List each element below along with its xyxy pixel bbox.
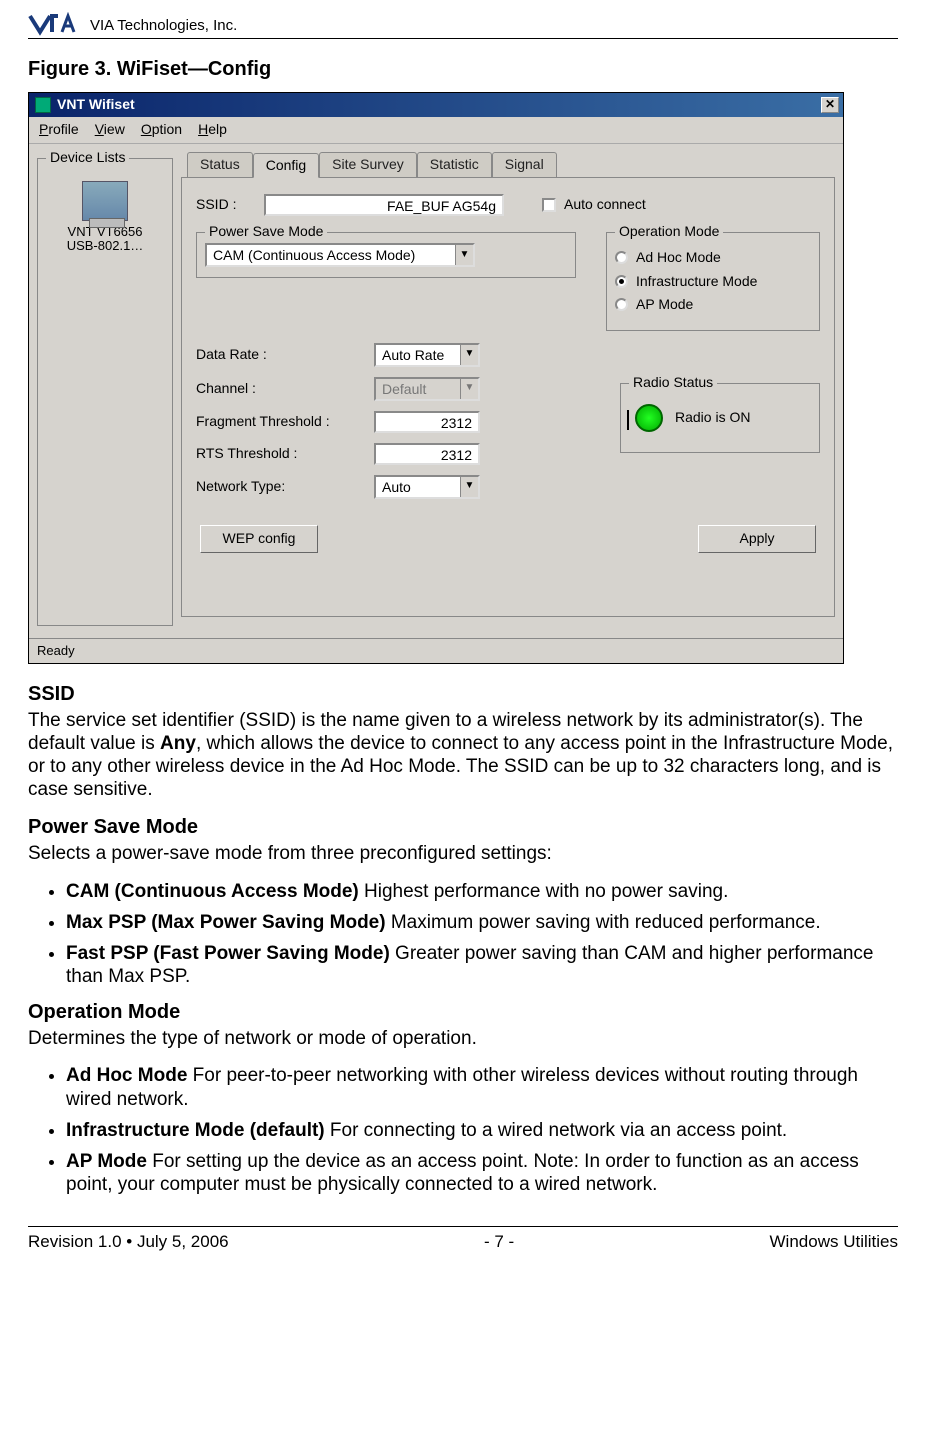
radio-icon — [615, 251, 628, 264]
operation-mode-legend: Operation Mode — [615, 223, 723, 241]
text-bold: AP Mode — [66, 1151, 147, 1172]
list-item: Fast PSP (Fast Power Saving Mode) Greate… — [66, 942, 898, 988]
text-bold: Infrastructure Mode (default) — [66, 1120, 325, 1141]
data-rate-value: Auto Rate — [376, 345, 460, 365]
rts-threshold-label: RTS Threshold : — [196, 445, 366, 463]
channel-dropdown: Default ▼ — [374, 377, 480, 401]
radio-adhoc[interactable]: Ad Hoc Mode — [615, 249, 811, 267]
device-lists-legend: Device Lists — [46, 149, 129, 167]
config-panel: SSID : FAE_BUF AG54g Auto connect Power … — [181, 177, 835, 617]
via-logo-icon — [28, 12, 84, 36]
text: Highest performance with no power saving… — [359, 881, 729, 902]
wifiset-window: VNT Wifiset ✕ Profile View Option Help D… — [28, 92, 844, 664]
app-icon — [35, 97, 51, 113]
radio-ap[interactable]: AP Mode — [615, 296, 811, 314]
list-item: CAM (Continuous Access Mode) Highest per… — [66, 880, 898, 903]
frag-threshold-label: Fragment Threshold : — [196, 413, 366, 431]
list-item: Ad Hoc Mode For peer-to-peer networking … — [66, 1064, 898, 1110]
text: For setting up the device as an access p… — [66, 1151, 859, 1195]
operation-mode-group: Operation Mode Ad Hoc Mode Infrastructur… — [606, 232, 820, 331]
network-type-value: Auto — [376, 477, 460, 497]
text: For connecting to a wired network via an… — [325, 1120, 788, 1141]
tab-statistic[interactable]: Statistic — [417, 152, 492, 178]
tab-status[interactable]: Status — [187, 152, 253, 178]
section-psm-desc: Selects a power-save mode from three pre… — [28, 842, 898, 865]
radio-on-icon — [635, 404, 663, 432]
device-lists-group: Device Lists VNT VT6656 USB-802.1… — [37, 158, 173, 626]
network-type-dropdown[interactable]: Auto ▼ — [374, 475, 480, 499]
list-item: Infrastructure Mode (default) For connec… — [66, 1119, 898, 1142]
menu-help[interactable]: Help — [198, 121, 227, 139]
chevron-down-icon[interactable]: ▼ — [460, 345, 478, 365]
tab-signal[interactable]: Signal — [492, 152, 557, 178]
frag-threshold-input[interactable]: 2312 — [374, 411, 480, 433]
auto-connect-label: Auto connect — [564, 196, 646, 214]
infra-label: Infrastructure Mode — [636, 273, 757, 291]
apply-button[interactable]: Apply — [698, 525, 816, 553]
figure-caption: Figure 3. WiFiset—Config — [28, 57, 898, 82]
data-rate-label: Data Rate : — [196, 346, 366, 364]
rts-threshold-input[interactable]: 2312 — [374, 443, 480, 465]
text-bold: Fast PSP (Fast Power Saving Mode) — [66, 943, 390, 964]
power-save-group: Power Save Mode CAM (Continuous Access M… — [196, 232, 576, 278]
footer-left: Revision 1.0 • July 5, 2006 — [28, 1231, 229, 1252]
menu-option[interactable]: Option — [141, 121, 182, 139]
menu-view[interactable]: View — [95, 121, 125, 139]
text-bold: Ad Hoc Mode — [66, 1065, 187, 1086]
ap-label: AP Mode — [636, 296, 693, 314]
power-save-legend: Power Save Mode — [205, 223, 327, 241]
device-item[interactable]: VNT VT6656 USB-802.1… — [46, 169, 164, 259]
network-type-label: Network Type: — [196, 478, 366, 496]
page-footer: Revision 1.0 • July 5, 2006 - 7 - Window… — [28, 1226, 898, 1252]
section-om-title: Operation Mode — [28, 1000, 898, 1025]
om-list: Ad Hoc Mode For peer-to-peer networking … — [28, 1064, 898, 1196]
list-item: AP Mode For setting up the device as an … — [66, 1150, 898, 1196]
channel-label: Channel : — [196, 380, 366, 398]
adhoc-label: Ad Hoc Mode — [636, 249, 721, 267]
chevron-down-icon[interactable]: ▼ — [460, 477, 478, 497]
chevron-down-icon[interactable]: ▼ — [455, 245, 473, 265]
tabs: Status Config Site Survey Statistic Sign… — [181, 152, 835, 178]
data-rate-dropdown[interactable]: Auto Rate ▼ — [374, 343, 480, 367]
text-bold: Max PSP (Max Power Saving Mode) — [66, 912, 386, 933]
radio-status-group: Radio Status Radio is ON — [620, 383, 820, 453]
list-item: Max PSP (Max Power Saving Mode) Maximum … — [66, 911, 898, 934]
ssid-input[interactable]: FAE_BUF AG54g — [264, 194, 504, 216]
close-button[interactable]: ✕ — [821, 97, 839, 113]
auto-connect-checkbox[interactable] — [542, 198, 556, 212]
device-label-2: USB-802.1… — [46, 239, 164, 254]
text-bold: CAM (Continuous Access Mode) — [66, 881, 359, 902]
section-om-desc: Determines the type of network or mode o… — [28, 1027, 898, 1050]
text: Maximum power saving with reduced perfor… — [386, 912, 821, 933]
radio-status-text: Radio is ON — [675, 409, 750, 427]
titlebar: VNT Wifiset ✕ — [29, 93, 843, 117]
menu-profile[interactable]: Profile — [39, 121, 79, 139]
channel-value: Default — [376, 379, 460, 399]
footer-right: Windows Utilities — [770, 1231, 898, 1252]
power-save-value: CAM (Continuous Access Mode) — [207, 245, 455, 265]
tab-config[interactable]: Config — [253, 153, 319, 179]
radio-status-legend: Radio Status — [629, 374, 717, 392]
chevron-down-icon: ▼ — [460, 379, 478, 399]
page-header: VIA Technologies, Inc. — [28, 12, 898, 39]
computer-icon — [82, 181, 128, 221]
psm-list: CAM (Continuous Access Mode) Highest per… — [28, 880, 898, 989]
section-psm-title: Power Save Mode — [28, 815, 898, 840]
right-pane: Status Config Site Survey Statistic Sign… — [181, 152, 835, 626]
power-save-dropdown[interactable]: CAM (Continuous Access Mode) ▼ — [205, 243, 475, 267]
radio-icon — [615, 298, 628, 311]
radio-icon — [615, 275, 628, 288]
tab-site-survey[interactable]: Site Survey — [319, 152, 417, 178]
footer-center: - 7 - — [484, 1231, 514, 1252]
radio-infrastructure[interactable]: Infrastructure Mode — [615, 273, 811, 291]
menubar: Profile View Option Help — [29, 117, 843, 144]
section-ssid-title: SSID — [28, 682, 898, 707]
statusbar: Ready — [29, 638, 843, 663]
ssid-label: SSID : — [196, 196, 256, 214]
section-ssid-body: The service set identifier (SSID) is the… — [28, 709, 898, 802]
window-title: VNT Wifiset — [57, 96, 135, 114]
wep-config-button[interactable]: WEP config — [200, 525, 318, 553]
text-bold: Any — [160, 733, 196, 754]
company-name: VIA Technologies, Inc. — [90, 17, 237, 36]
